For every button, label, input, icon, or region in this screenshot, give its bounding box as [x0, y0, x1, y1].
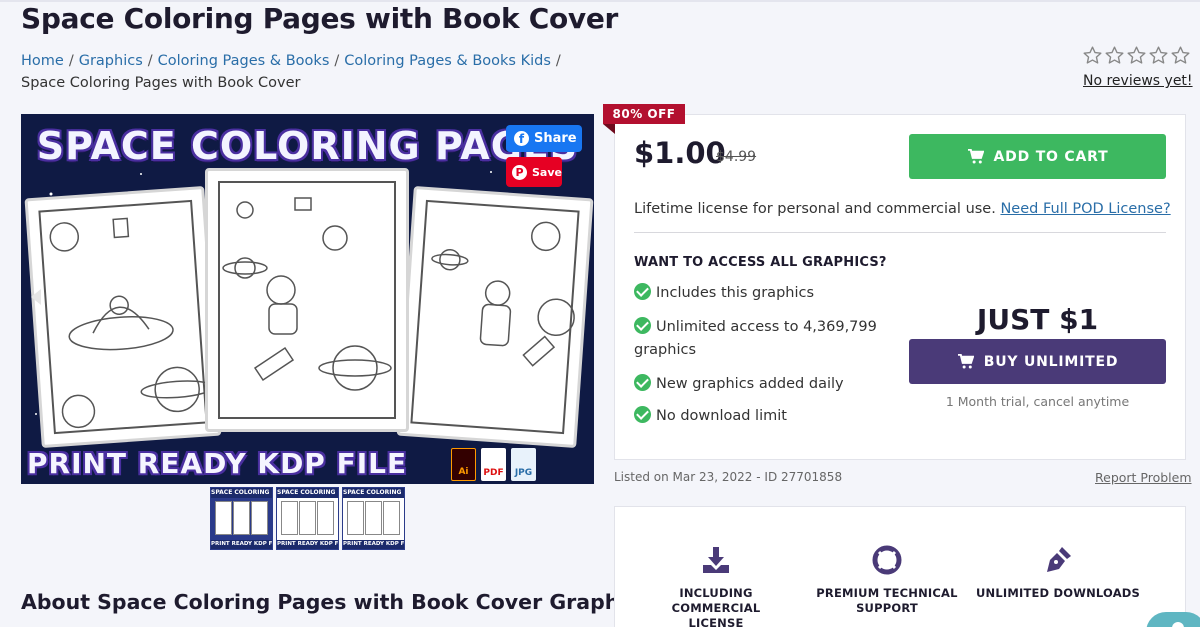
thumbnail-footer: PRINT READY KDP FILE	[343, 540, 404, 549]
illustrator-file-icon: Ai	[451, 448, 476, 481]
star-outline-icon	[1105, 46, 1124, 64]
perk-label: LICENSE	[688, 616, 744, 627]
facebook-share-button[interactable]: f Share	[506, 125, 582, 152]
no-reviews-link[interactable]: No reviews yet!	[1083, 73, 1193, 89]
cart-icon	[957, 354, 974, 369]
perk-label: PREMIUM TECHNICAL	[816, 586, 958, 600]
preview-bottom-text: PRINT READY KDP FILE	[27, 447, 408, 480]
report-problem-link[interactable]: Report Problem	[1095, 470, 1192, 485]
check-circle-icon	[634, 317, 651, 334]
current-price: $1.00	[634, 136, 726, 170]
thumbnail-title: SPACE COLORING PAGES	[277, 488, 338, 498]
thumbnail-title: SPACE COLORING PAGES	[343, 488, 404, 498]
perk-technical-support: PREMIUM TECHNICAL SUPPORT	[804, 586, 970, 616]
feature-item: New graphics added daily	[634, 373, 894, 396]
breadcrumb-current: Space Coloring Pages with Book Cover	[21, 75, 301, 91]
breadcrumb: Home / Graphics / Coloring Pages & Books / Col…	[21, 50, 581, 94]
full-pod-license-link[interactable]: Need Full POD License?	[1000, 201, 1170, 217]
about-heading: About Space Coloring Pages with Book Cov…	[21, 590, 639, 614]
thumbnail-title: SPACE COLORING PAGES	[211, 488, 272, 498]
check-circle-icon	[634, 374, 651, 391]
original-price: $4.99	[716, 149, 757, 165]
license-info: Lifetime license for personal and commer…	[634, 201, 1171, 217]
facebook-icon: f	[514, 131, 529, 146]
feature-item: Unlimited access to 4,369,799 graphics	[634, 316, 894, 362]
divider	[634, 232, 1166, 233]
cart-icon	[967, 149, 984, 164]
thumbnail-footer: PRINT READY KDP FILE	[277, 540, 338, 549]
add-to-cart-label: ADD TO CART	[993, 148, 1109, 165]
breadcrumb-separator: /	[555, 53, 561, 69]
breadcrumb-separator: /	[334, 53, 340, 69]
breadcrumb-separator: /	[68, 53, 74, 69]
breadcrumb-separator: /	[147, 53, 153, 69]
pinterest-icon: P	[512, 164, 527, 180]
coloring-page-center	[205, 168, 409, 432]
share-label: Share	[534, 131, 577, 146]
page-title: Space Coloring Pages with Book Cover	[21, 2, 619, 35]
carousel-prev-icon[interactable]	[31, 289, 41, 305]
trial-note: 1 Month trial, cancel anytime	[945, 394, 1130, 409]
pdf-file-icon: PDF	[481, 448, 506, 481]
star-outline-icon	[1083, 46, 1102, 64]
unlimited-price: JUST $1	[976, 303, 1099, 336]
add-to-cart-button[interactable]: ADD TO CART	[909, 134, 1166, 179]
perk-label: UNLIMITED DOWNLOADS	[975, 586, 1141, 600]
buy-unlimited-label: BUY UNLIMITED	[983, 353, 1119, 370]
badge-fold	[603, 124, 615, 134]
listing-info: Listed on Mar 23, 2022 - ID 27701858	[614, 470, 843, 484]
feature-item: No download limit	[634, 405, 894, 428]
feature-text: No download limit	[656, 408, 787, 424]
coloring-page-left	[24, 186, 222, 448]
unlimited-heading: WANT TO ACCESS ALL GRAPHICS?	[634, 255, 887, 270]
save-label: Save	[532, 165, 562, 179]
chat-icon	[1172, 622, 1184, 627]
discount-badge: 80% OFF	[603, 104, 685, 124]
lifebuoy-icon	[872, 545, 902, 575]
perk-unlimited-downloads: UNLIMITED DOWNLOADS	[975, 586, 1141, 601]
star-outline-icon	[1149, 46, 1168, 64]
pen-nib-icon	[1047, 547, 1071, 572]
breadcrumb-coloring-pages-books-kids[interactable]: Coloring Pages & Books Kids	[344, 53, 551, 69]
breadcrumb-graphics[interactable]: Graphics	[79, 53, 143, 69]
breadcrumb-coloring-pages-books[interactable]: Coloring Pages & Books	[158, 53, 330, 69]
coloring-page-right	[396, 186, 594, 448]
feature-item: Includes this graphics	[634, 282, 894, 305]
perk-commercial-license: INCLUDING COMMERCIAL LICENSE	[633, 586, 799, 627]
thumbnail-footer: PRINT READY KDP FILE	[211, 540, 272, 549]
check-circle-icon	[634, 406, 651, 423]
download-icon	[703, 547, 729, 573]
jpg-file-icon: JPG	[511, 448, 536, 481]
perk-label: SUPPORT	[856, 601, 918, 615]
license-description: Lifetime license for personal and commer…	[634, 201, 996, 217]
star-outline-icon	[1127, 46, 1146, 64]
thumbnail-strip: SPACE COLORING PAGES PRINT READY KDP FIL…	[210, 487, 405, 550]
thumbnail-2[interactable]: SPACE COLORING PAGES PRINT READY KDP FIL…	[276, 487, 339, 550]
perks-panel: INCLUDING COMMERCIAL LICENSE PREMIUM TEC…	[614, 506, 1186, 627]
feature-text: Includes this graphics	[656, 285, 815, 301]
check-circle-icon	[634, 283, 651, 300]
breadcrumb-home[interactable]: Home	[21, 53, 64, 69]
file-format-icons: Ai PDF JPG	[451, 448, 536, 481]
feature-text: Unlimited access to 4,369,799 graphics	[634, 319, 877, 358]
thumbnail-3[interactable]: SPACE COLORING PAGES PRINT READY KDP FIL…	[342, 487, 405, 550]
thumbnail-1[interactable]: SPACE COLORING PAGES PRINT READY KDP FIL…	[210, 487, 273, 550]
buy-unlimited-button[interactable]: BUY UNLIMITED	[909, 339, 1166, 384]
rating-stars[interactable]	[1082, 45, 1191, 66]
pinterest-save-button[interactable]: P Save	[506, 157, 562, 187]
feature-text: New graphics added daily	[656, 376, 844, 392]
perk-label: INCLUDING COMMERCIAL	[671, 586, 761, 615]
star-outline-icon	[1171, 46, 1190, 64]
